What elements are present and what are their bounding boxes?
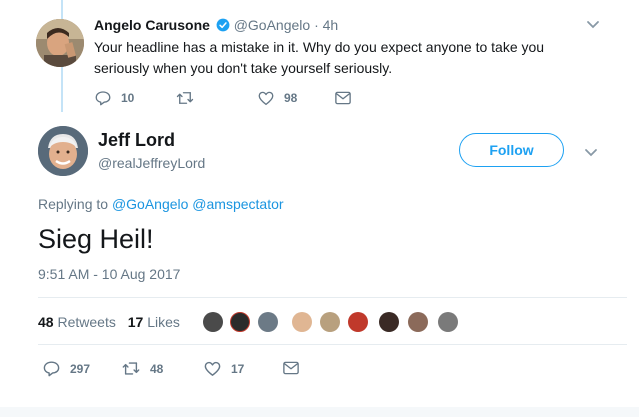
reply-tweet-header: Angelo Carusone @GoAngelo · 4h [94, 17, 338, 33]
retweet-icon [176, 92, 194, 104]
reply-icon [95, 91, 111, 106]
liker-avatar[interactable] [379, 312, 399, 332]
follow-button-label: Follow [489, 142, 534, 158]
divider [38, 344, 627, 345]
liker-avatar[interactable] [320, 312, 340, 332]
timeline-bottom-strip [0, 407, 639, 417]
dm-action[interactable] [334, 90, 352, 106]
divider [38, 297, 627, 298]
retweet-action[interactable] [175, 89, 195, 107]
reply-count: 297 [70, 361, 91, 376]
retweet-icon [122, 362, 140, 375]
like-action[interactable]: 98 [257, 89, 297, 107]
retweets-stat-label: Retweets [57, 314, 116, 330]
liker-avatar[interactable] [438, 312, 458, 332]
likes-stat[interactable]: 17 Likes [128, 314, 180, 330]
dm-icon [283, 361, 299, 375]
liker-avatar[interactable] [258, 312, 278, 332]
reply-action[interactable]: 10 [94, 89, 134, 107]
engagement-stats: 48 Retweets 17 Likes [38, 314, 180, 330]
reply-author-handle[interactable]: @GoAngelo [234, 17, 310, 33]
liker-avatar[interactable] [203, 312, 223, 332]
avatar-jeff-lord[interactable] [38, 126, 88, 176]
reply-time[interactable]: · 4h [314, 17, 338, 33]
liker-avatar[interactable] [292, 312, 312, 332]
reply-tweet-text: Your headline has a mistake in it. Why d… [94, 37, 544, 79]
liker-avatar[interactable] [230, 312, 250, 332]
avatar-angelo[interactable] [36, 19, 84, 67]
follow-button[interactable]: Follow [459, 133, 564, 167]
reply-author-name[interactable]: Angelo Carusone [94, 17, 210, 33]
reply-text-line: seriously when you don't take yourself s… [94, 60, 393, 76]
like-count: 17 [231, 361, 245, 376]
reply-action[interactable]: 297 [42, 359, 90, 378]
replying-to-line: Replying to @GoAngelo @amspectator [38, 196, 284, 212]
main-tweet-text: Sieg Heil! [38, 224, 154, 254]
like-icon [204, 361, 221, 376]
main-author-name[interactable]: Jeff Lord [98, 130, 175, 151]
replying-prefix: Replying to [38, 196, 109, 212]
chevron-down-icon[interactable] [586, 20, 600, 30]
dm-action[interactable] [282, 360, 300, 376]
chevron-down-icon[interactable] [584, 148, 598, 158]
dm-icon [335, 91, 351, 105]
retweet-action[interactable]: 48 [121, 359, 163, 378]
replying-to-links[interactable]: @GoAngelo @amspectator [112, 196, 284, 212]
retweets-stat-count: 48 [38, 314, 54, 330]
liker-avatar[interactable] [408, 312, 428, 332]
like-count: 98 [284, 91, 298, 105]
retweet-count: 48 [150, 361, 164, 376]
reply-count: 10 [121, 91, 135, 105]
likes-stat-count: 17 [127, 314, 144, 330]
main-author-handle[interactable]: @realJeffreyLord [98, 155, 205, 171]
retweets-stat[interactable]: 48 Retweets [38, 314, 120, 330]
like-icon [258, 91, 274, 106]
like-action[interactable]: 17 [203, 359, 244, 378]
reply-icon [43, 361, 60, 377]
liker-avatar[interactable] [348, 312, 368, 332]
reply-text-line: Your headline has a mistake in it. Why d… [94, 39, 545, 55]
likes-stat-label: Likes [147, 314, 180, 330]
main-tweet-timestamp[interactable]: 9:51 AM - 10 Aug 2017 [38, 266, 180, 282]
verified-badge-icon [216, 18, 230, 32]
